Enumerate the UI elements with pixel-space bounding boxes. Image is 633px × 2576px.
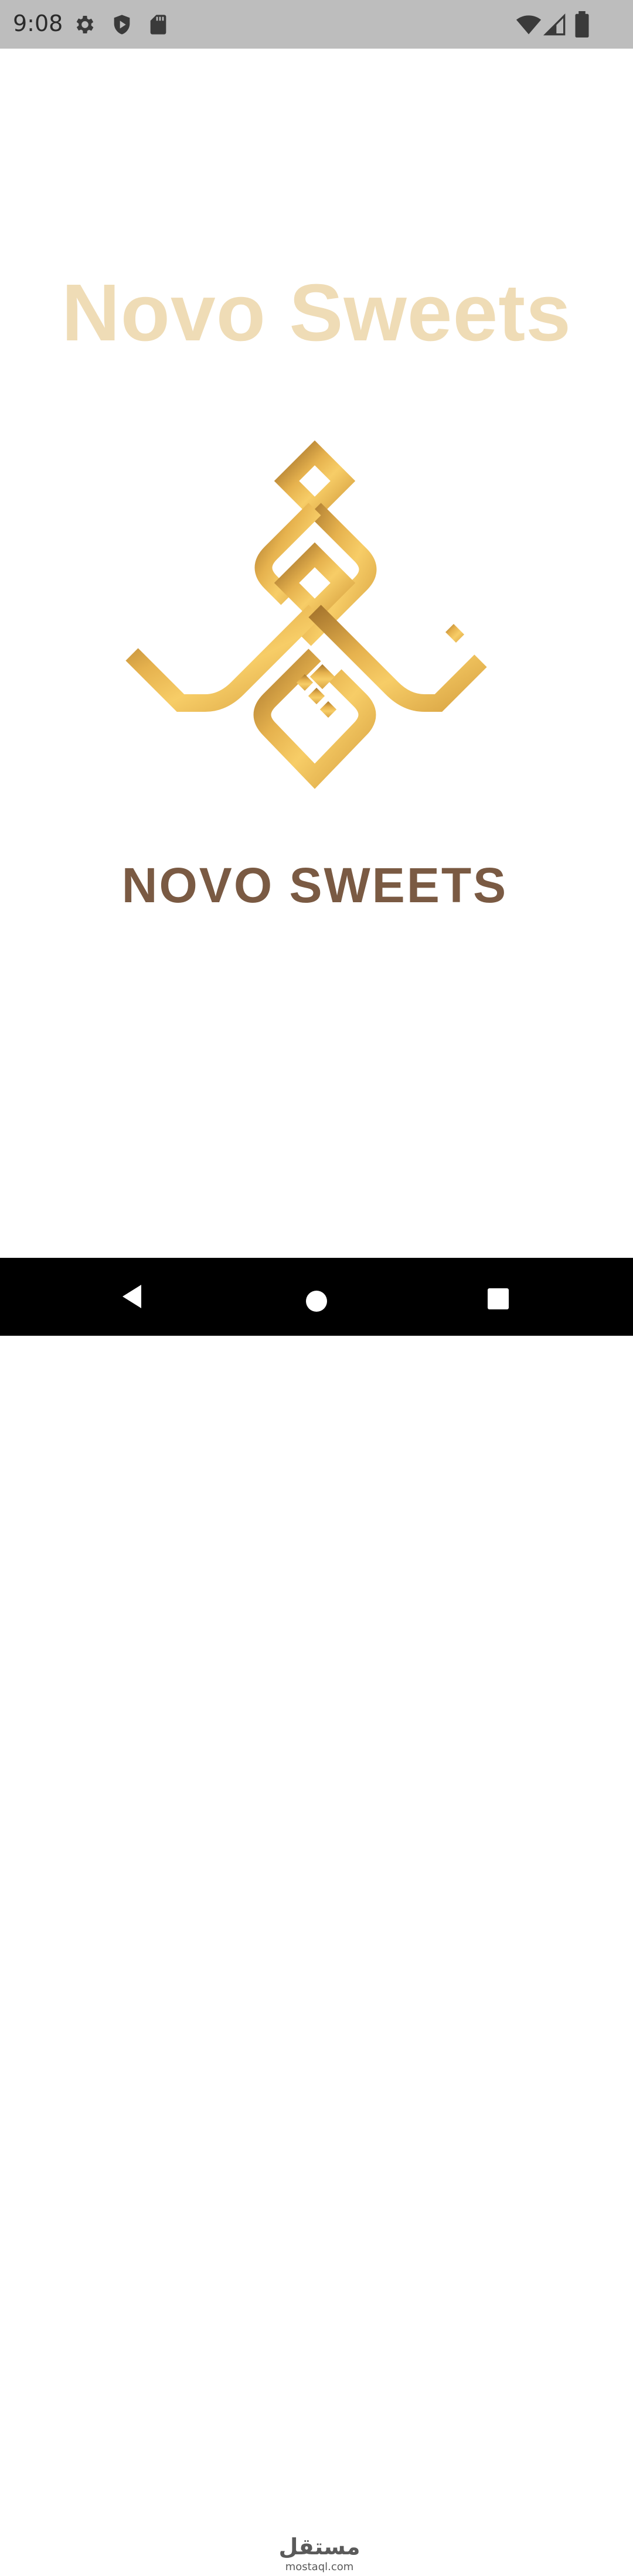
back-icon[interactable] — [120, 1282, 144, 1311]
watermark-text: mostaql.com — [285, 2561, 354, 2573]
cellular-signal-icon — [543, 13, 566, 36]
app-title: Novo Sweets — [62, 268, 571, 358]
status-time: 9:08 — [13, 11, 63, 36]
recents-icon[interactable] — [486, 1287, 510, 1311]
navigation-bar: مستقل mostaql.com — [0, 1258, 633, 2573]
shield-play-icon — [114, 15, 130, 35]
battery-icon — [575, 11, 589, 38]
gear-icon — [76, 16, 94, 33]
svg-text:مستقل: مستقل — [279, 2534, 360, 2560]
status-bar: 9:08 — [0, 0, 633, 49]
novo-sweets-logo: NOVO SWEETS — [122, 440, 508, 911]
mostaql-watermark: مستقل mostaql.com — [279, 2534, 360, 2573]
sd-card-icon — [150, 15, 166, 35]
logo-wordmark: NOVO SWEETS — [122, 858, 508, 911]
wifi-icon — [516, 15, 542, 35]
home-icon[interactable] — [305, 1289, 328, 1313]
